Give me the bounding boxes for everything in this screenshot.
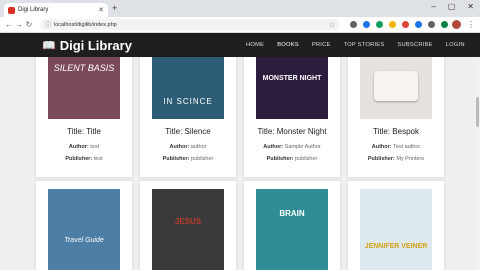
address-bar[interactable]: ⓘ localhost/digilib/index.php ☆ [40,19,340,30]
book-author: Author: author [140,144,236,150]
author-value: author [190,144,207,150]
nav-price[interactable]: PRICE [312,42,331,48]
cover-text: JESUS [174,217,202,226]
publisher-value: My Printers [396,156,425,162]
browser-menu-icon[interactable]: ⋮ [467,20,475,29]
close-window-icon[interactable]: ✕ [467,2,474,11]
new-tab-icon[interactable]: + [112,3,117,13]
author-label: Author: [371,144,392,150]
book-cover[interactable]: JESUS [152,189,224,270]
extension-icon[interactable] [441,21,448,28]
book-card[interactable]: MONSTER NIGHT Title: Monster Night Autho… [244,57,340,177]
extension-icon[interactable] [415,21,422,28]
nav-books[interactable]: BOOKS [277,42,299,48]
book-title: Title: Title [67,127,101,136]
book-card[interactable]: BRAIN [244,181,340,270]
nav-subscribe[interactable]: SUBSCRIBE [397,42,432,48]
back-icon[interactable]: ← [4,20,14,29]
book-card[interactable]: JESUS [140,181,236,270]
book-author: Author: Sample Author [244,144,340,150]
brand-logo[interactable]: 📖 Digi Library [42,38,132,53]
cover-text: Travel Guide [64,237,104,244]
extension-icon[interactable] [376,21,383,28]
book-title: Title: Bespok [373,127,419,136]
nav-login[interactable]: LOGIN [446,42,465,48]
cover-text: SILENT BASIS [53,63,115,73]
cover-text: MONSTER NIGHT [262,75,322,82]
extensions [350,21,448,28]
author-label: Author: [68,144,89,150]
extension-icon[interactable] [350,21,357,28]
extension-icon[interactable] [402,21,409,28]
book-publisher: Publisher: publisher [140,156,236,162]
book-publisher: Publisher: test [36,156,132,162]
book-title: Title: Silence [165,127,211,136]
publisher-label: Publisher: [367,156,395,162]
brand-name: Digi Library [59,37,132,53]
book-cover[interactable]: SILENT BASIS [48,57,120,119]
book-cover[interactable]: BRAIN [256,189,328,270]
book-cover[interactable]: MONSTER NIGHT [256,57,328,119]
book-card[interactable]: Title: Bespok Author: Test author Publis… [348,57,444,177]
scrollbar-thumb[interactable] [476,97,479,127]
maximize-icon[interactable]: ▢ [448,2,456,11]
cover-text: IN SCINCE [163,97,213,106]
book-card[interactable]: IN SCINCE Title: Silence Author: author … [140,57,236,177]
book-card[interactable]: SILENT BASIS Title: Title Author: test P… [36,57,132,177]
author-label: Author: [169,144,190,150]
extension-icon[interactable] [428,21,435,28]
book-title: Title: Monster Night [257,127,327,136]
nav-links: HOME BOOKS PRICE TOP STORIES SUBSCRIBE L… [246,33,478,57]
book-author: Author: test [36,144,132,150]
cover-text: JENNIFER VEINER [364,243,428,250]
forward-icon[interactable]: → [14,20,24,29]
publisher-label: Publisher: [266,156,294,162]
publisher-value: publisher [295,156,318,162]
book-cover[interactable] [360,57,432,119]
bookmark-star-icon[interactable]: ☆ [329,21,335,29]
extension-icon[interactable] [389,21,396,28]
publisher-value: test [93,156,103,162]
author-value: Test author [393,144,421,150]
publisher-value: publisher [191,156,214,162]
author-value: Sample Author [284,144,321,150]
book-publisher: Publisher: publisher [244,156,340,162]
author-label: Author: [263,144,284,150]
book-cover[interactable]: JENNIFER VEINER [360,189,432,270]
book-author: Author: Test author [348,144,444,150]
book-card[interactable]: Travel Guide [36,181,132,270]
extension-icon[interactable] [363,21,370,28]
page-scrollbar[interactable] [475,57,480,270]
window-controls: – ▢ ✕ [431,2,474,11]
favicon-icon [8,6,15,14]
reload-icon[interactable]: ↻ [24,20,34,29]
publisher-label: Publisher: [162,156,190,162]
nav-top-stories[interactable]: TOP STORIES [344,42,385,48]
browser-tab[interactable]: Digi Library ✕ [4,3,108,17]
author-value: test [90,144,100,150]
book-cover[interactable]: IN SCINCE [152,57,224,119]
profile-avatar[interactable] [452,20,461,29]
book-publisher: Publisher: My Printers [348,156,444,162]
cushion-image [374,71,418,101]
tab-title: Digi Library [18,7,49,13]
cover-text: BRAIN [279,209,305,218]
browser-tab-strip: Digi Library ✕ + – ▢ ✕ [0,0,480,17]
close-tab-icon[interactable]: ✕ [98,6,104,14]
book-icon: 📖 [42,39,56,52]
browser-toolbar: ← → ↻ ⓘ localhost/digilib/index.php ☆ ⋮ [0,17,480,33]
minimize-icon[interactable]: – [431,2,435,11]
site-navbar: 📖 Digi Library HOME BOOKS PRICE TOP STOR… [0,33,480,57]
book-card[interactable]: JENNIFER VEINER [348,181,444,270]
nav-home[interactable]: HOME [246,42,264,48]
publisher-label: Publisher: [65,156,93,162]
url-text: localhost/digilib/index.php [54,21,117,28]
book-cover[interactable]: Travel Guide [48,189,120,270]
site-info-icon[interactable]: ⓘ [45,20,51,29]
